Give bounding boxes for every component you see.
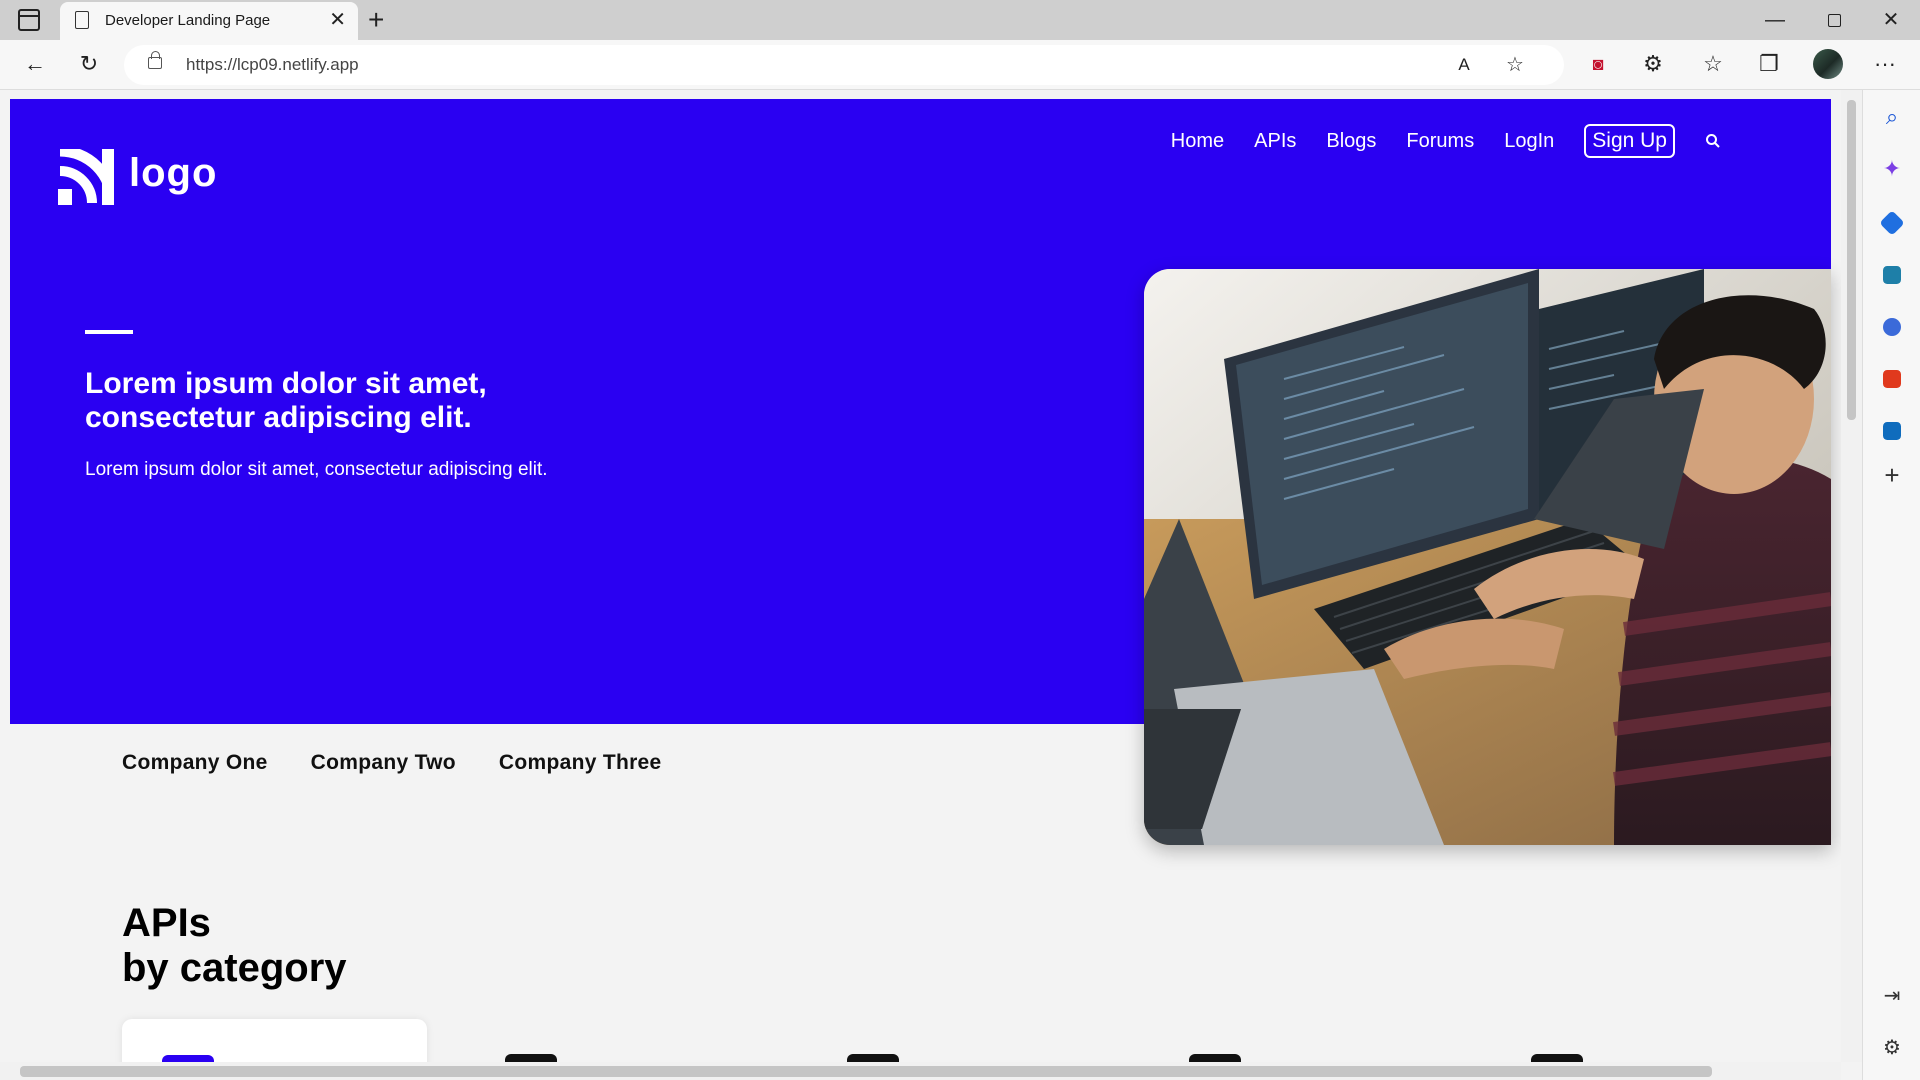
close-tab-icon[interactable]: ✕: [329, 8, 346, 32]
company-logos: Company One Company Two Company Three: [122, 751, 705, 775]
collections-icon[interactable]: ❐: [1754, 50, 1784, 78]
category-icon[interactable]: [1189, 1054, 1241, 1062]
nav-login[interactable]: LogIn: [1504, 130, 1554, 153]
add-favorite-icon[interactable]: ☆: [1500, 51, 1530, 79]
category-icon: [162, 1055, 214, 1062]
browser-tab-strip: Developer Landing Page ✕ + — ✕: [0, 0, 1920, 40]
new-tab-button[interactable]: +: [368, 2, 384, 38]
vertical-scrollbar[interactable]: [1841, 90, 1862, 1062]
nav-apis[interactable]: APIs: [1254, 130, 1296, 153]
tools-icon[interactable]: [1883, 266, 1901, 284]
lock-icon: [148, 51, 162, 69]
apis-heading: APIs by category: [122, 901, 347, 991]
refresh-icon[interactable]: ↻: [74, 50, 104, 78]
profile-avatar[interactable]: [1813, 49, 1843, 79]
url-text: https://lcp09.netlify.app: [186, 55, 359, 74]
extensions-icon[interactable]: ⚙: [1638, 50, 1668, 78]
browser-tab[interactable]: Developer Landing Page ✕: [60, 2, 358, 40]
hide-sidebar-icon[interactable]: ⇥: [1877, 983, 1907, 1008]
pocket-icon[interactable]: ◙: [1583, 50, 1613, 78]
signup-button[interactable]: Sign Up: [1584, 124, 1675, 158]
address-bar[interactable]: https://lcp09.netlify.app A ☆: [124, 45, 1564, 85]
close-window-button[interactable]: ✕: [1868, 6, 1914, 34]
category-icon[interactable]: [1531, 1054, 1583, 1062]
page-icon: [75, 11, 89, 29]
office-icon[interactable]: [1883, 370, 1901, 388]
apis-heading-line: APIs: [122, 901, 211, 945]
hero-subtitle: Lorem ipsum dolor sit amet, consectetur …: [85, 459, 548, 480]
games-icon[interactable]: [1883, 318, 1901, 336]
nav-forums[interactable]: Forums: [1406, 130, 1474, 153]
tab-actions-icon[interactable]: [18, 9, 40, 31]
shopping-icon[interactable]: [1879, 210, 1905, 236]
sidebar-settings-icon[interactable]: ⚙: [1877, 1035, 1907, 1060]
category-card[interactable]: [122, 1019, 427, 1062]
company-logo: Company One: [122, 751, 268, 774]
horizontal-scroll-thumb[interactable]: [20, 1066, 1712, 1077]
back-icon[interactable]: ←: [20, 50, 50, 78]
favorites-icon[interactable]: ☆: [1698, 50, 1728, 78]
logo-icon: [58, 149, 114, 205]
search-icon[interactable]: ⌕: [1877, 104, 1907, 134]
developer-illustration: [1144, 269, 1831, 845]
category-icon[interactable]: [505, 1054, 557, 1062]
horizontal-scrollbar[interactable]: [0, 1062, 1841, 1080]
search-icon[interactable]: [1705, 133, 1721, 149]
company-logo: Company Three: [498, 751, 662, 774]
logo-text[interactable]: logo: [129, 151, 217, 196]
web-page: logo Home APIs Blogs Forums LogIn Sign U…: [0, 91, 1841, 1062]
add-sidebar-app-icon[interactable]: +: [1877, 460, 1907, 491]
hero-title: Lorem ipsum dolor sit amet, consectetur …: [85, 367, 487, 434]
company-logo: Company Two: [310, 751, 456, 774]
nav-home[interactable]: Home: [1171, 130, 1224, 153]
category-icon[interactable]: [847, 1054, 899, 1062]
browser-sidebar: ⌕ ✦ + ⇥ ⚙: [1862, 90, 1920, 1080]
outlook-icon[interactable]: [1883, 422, 1901, 440]
restore-button[interactable]: [1811, 6, 1857, 34]
browser-toolbar: ← ↻ https://lcp09.netlify.app A ☆ ◙ ⚙ ☆ …: [0, 40, 1920, 90]
hero-developer-photo: [1144, 269, 1831, 845]
restore-icon: [1827, 14, 1841, 28]
vertical-scroll-thumb[interactable]: [1847, 100, 1856, 420]
copilot-icon[interactable]: ✦: [1877, 156, 1907, 186]
read-aloud-icon[interactable]: A: [1449, 51, 1479, 79]
tab-title: Developer Landing Page: [105, 12, 271, 29]
minimize-button[interactable]: —: [1752, 6, 1798, 34]
more-menu-icon[interactable]: ···: [1870, 50, 1900, 78]
main-nav: Home APIs Blogs Forums LogIn Sign Up: [1141, 124, 1721, 158]
nav-blogs[interactable]: Blogs: [1326, 130, 1376, 153]
apis-heading-line: by category: [122, 946, 347, 990]
hero-divider: [85, 330, 133, 334]
